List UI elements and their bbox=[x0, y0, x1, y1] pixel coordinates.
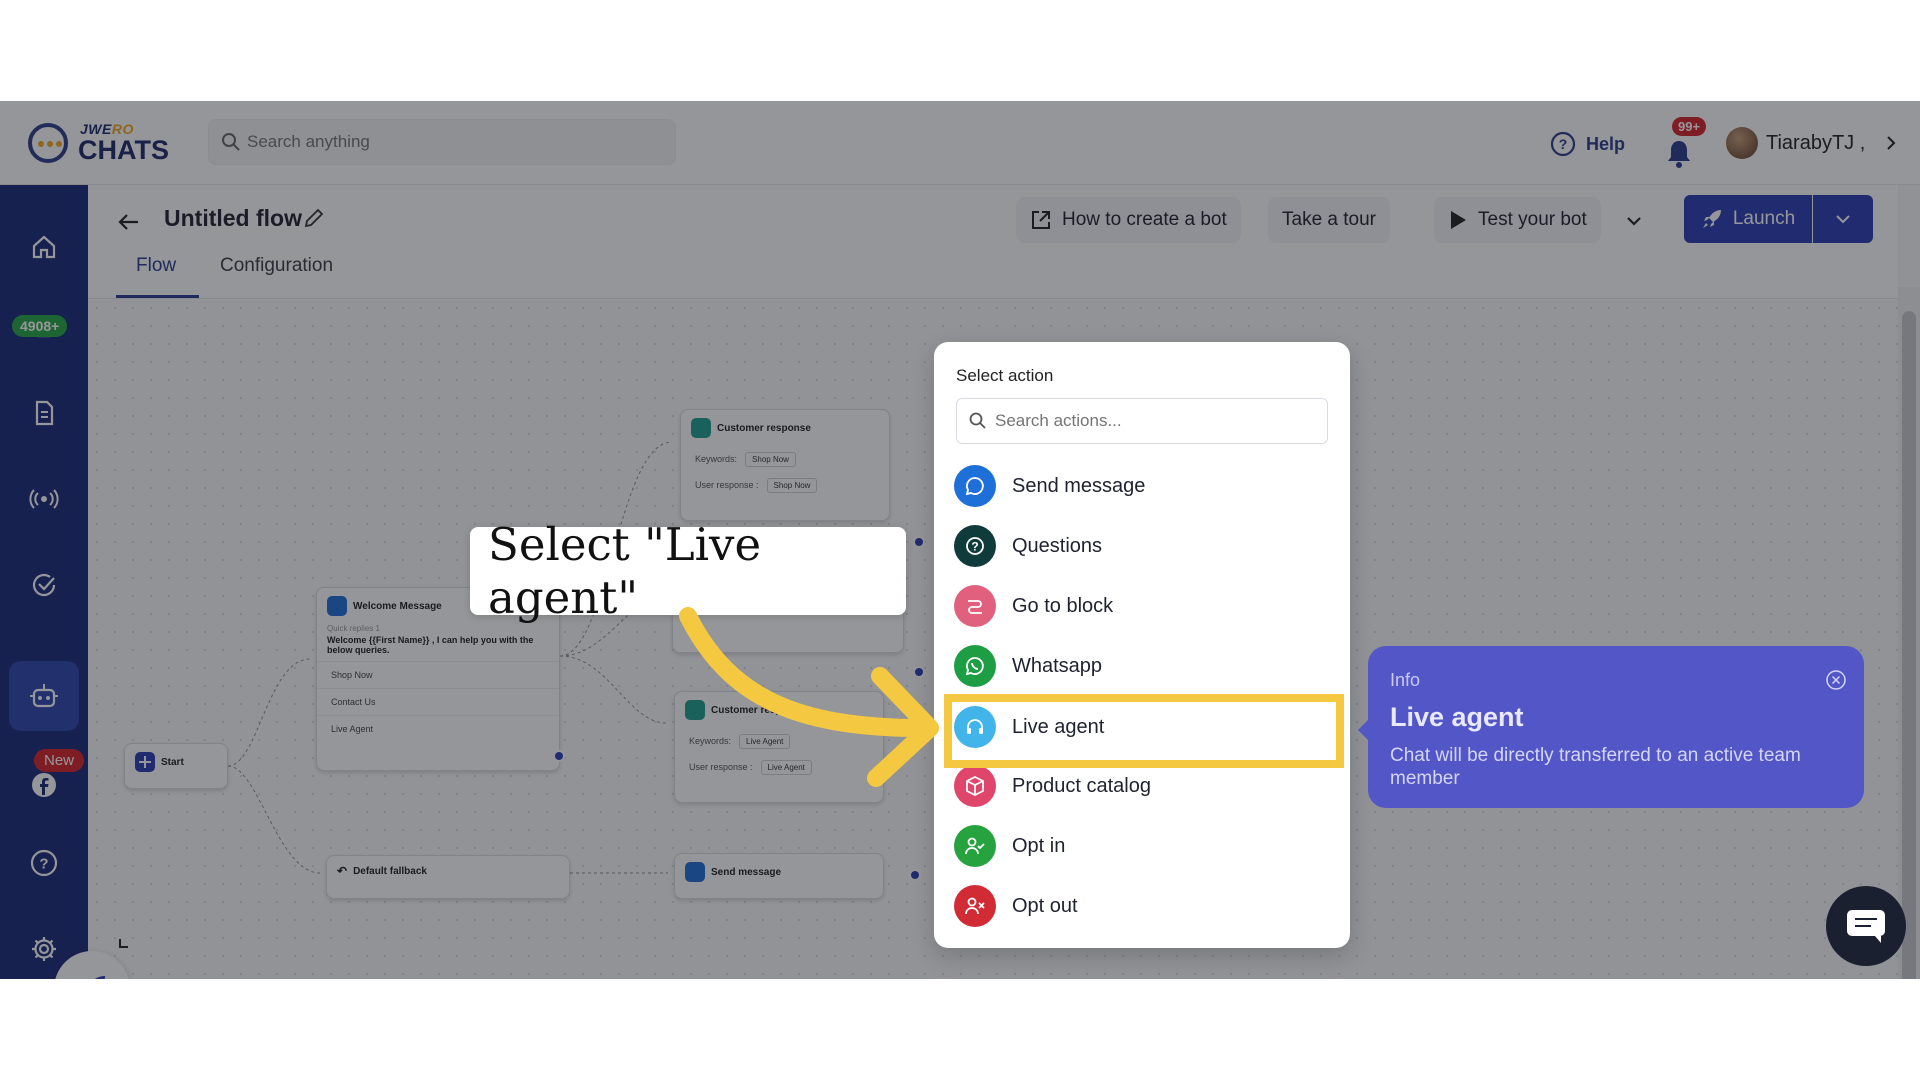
info-title: Live agent bbox=[1390, 702, 1524, 732]
svg-text:?: ? bbox=[971, 540, 978, 554]
close-icon[interactable] bbox=[1826, 670, 1846, 690]
action-opt-out[interactable]: Opt out bbox=[954, 880, 1330, 932]
action-search-input[interactable] bbox=[995, 399, 1315, 443]
action-label: Whatsapp bbox=[1012, 654, 1103, 677]
select-action-title: Select action bbox=[956, 366, 1054, 385]
box-icon bbox=[954, 765, 996, 807]
user-check-icon bbox=[954, 825, 996, 867]
action-label: Live agent bbox=[1012, 715, 1105, 738]
headset-icon bbox=[954, 706, 996, 748]
action-questions[interactable]: ? Questions bbox=[954, 520, 1330, 572]
support-chat-button[interactable] bbox=[1826, 886, 1906, 966]
action-whatsapp[interactable]: Whatsapp bbox=[954, 640, 1330, 692]
question-icon: ? bbox=[954, 525, 996, 567]
whatsapp-icon bbox=[954, 645, 996, 687]
action-label: Go to block bbox=[1012, 594, 1114, 617]
info-description: Chat will be directly transferred to an … bbox=[1390, 745, 1801, 789]
action-search[interactable] bbox=[956, 398, 1328, 444]
action-go-to-block[interactable]: Go to block bbox=[954, 580, 1330, 632]
select-action-menu: Select action Send message ? Questions G… bbox=[934, 342, 1350, 948]
action-label: Send message bbox=[1012, 474, 1146, 497]
action-send-message[interactable]: Send message bbox=[954, 460, 1330, 512]
action-label: Product catalog bbox=[1012, 774, 1151, 797]
route-icon bbox=[954, 585, 996, 627]
chat-bubble-icon bbox=[1847, 910, 1885, 943]
message-icon bbox=[954, 465, 996, 507]
action-live-agent[interactable]: Live agent bbox=[954, 701, 1330, 753]
info-label: Info bbox=[1390, 670, 1421, 690]
info-panel: Info Live agent Chat will be directly tr… bbox=[1368, 646, 1864, 808]
callout-text: Select "Live agent" bbox=[488, 518, 762, 624]
tutorial-callout: Select "Live agent" bbox=[470, 518, 906, 624]
action-label: Questions bbox=[1012, 534, 1103, 557]
search-icon bbox=[969, 412, 986, 429]
action-opt-in[interactable]: Opt in bbox=[954, 820, 1330, 872]
user-x-icon bbox=[954, 885, 996, 927]
action-label: Opt out bbox=[1012, 894, 1078, 917]
action-label: Opt in bbox=[1012, 834, 1066, 857]
